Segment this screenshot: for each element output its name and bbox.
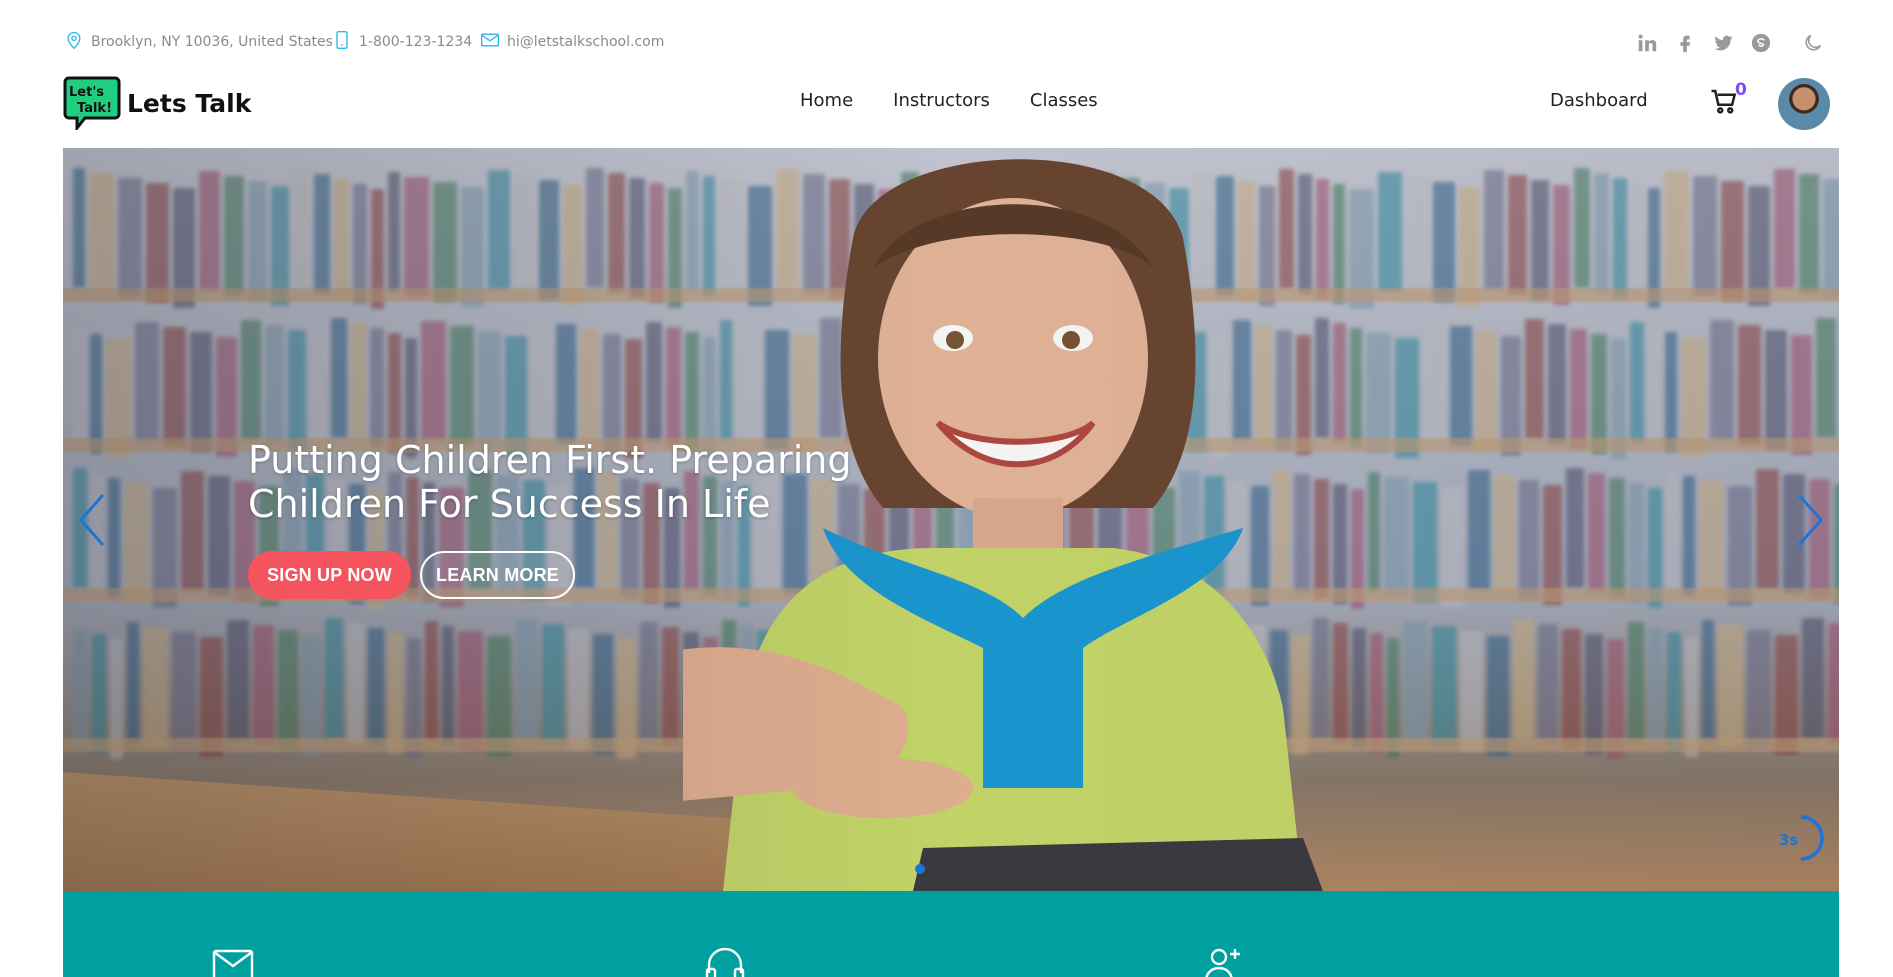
envelope-icon	[480, 30, 500, 54]
cart-icon	[1709, 89, 1739, 120]
phone-text[interactable]: 1-800-123-1234	[359, 34, 472, 50]
nav-instructors[interactable]: Instructors	[893, 90, 990, 111]
address-text: Brooklyn, NY 10036, United States	[91, 34, 333, 50]
dashboard-link[interactable]: Dashboard	[1550, 90, 1648, 111]
chevron-left-icon	[79, 494, 105, 546]
main-nav: Home Instructors Classes	[800, 90, 1098, 111]
email-item[interactable]: hi@letstalkschool.com	[480, 30, 664, 54]
logo-speech-bubble-icon: Let's Talk!	[63, 76, 121, 133]
features-strip	[63, 891, 1839, 977]
slider-next-button[interactable]	[1789, 490, 1829, 550]
phone-icon	[332, 30, 352, 54]
skype-icon[interactable]	[1748, 30, 1774, 56]
user-avatar[interactable]	[1778, 78, 1830, 130]
hero-slider: Putting Children First. Preparing Childr…	[63, 148, 1839, 891]
slider-pagination-dot[interactable]	[915, 864, 925, 874]
learn-more-button[interactable]: LEARN MORE	[420, 551, 575, 599]
linkedin-icon[interactable]	[1634, 30, 1660, 56]
logo-text: Lets Talk	[127, 88, 252, 118]
hero-title: Putting Children First. Preparing Childr…	[248, 438, 852, 526]
email-text[interactable]: hi@letstalkschool.com	[507, 34, 664, 50]
slider-prev-button[interactable]	[73, 490, 113, 550]
facebook-icon[interactable]	[1672, 30, 1698, 56]
social-links	[1634, 30, 1826, 56]
svg-text:Let's: Let's	[69, 85, 104, 100]
autoplay-timer-label: 3s	[1779, 831, 1799, 849]
mail-icon	[211, 943, 255, 977]
headphones-icon	[703, 943, 747, 977]
sign-up-button[interactable]: SIGN UP NOW	[248, 551, 411, 599]
cart-count-badge: 0	[1735, 80, 1747, 100]
svg-text:Talk!: Talk!	[77, 101, 112, 116]
twitter-icon[interactable]	[1710, 30, 1736, 56]
address-item: Brooklyn, NY 10036, United States	[64, 30, 333, 54]
phone-item[interactable]: 1-800-123-1234	[332, 30, 472, 54]
chevron-right-icon	[1797, 494, 1823, 546]
nav-home[interactable]: Home	[800, 90, 853, 111]
user-add-icon	[1201, 943, 1245, 977]
moon-icon[interactable]	[1800, 30, 1826, 56]
site-logo[interactable]: Let's Talk! Lets Talk	[63, 76, 252, 133]
location-pin-icon	[64, 30, 84, 54]
top-info-bar: Brooklyn, NY 10036, United States 1-800-…	[0, 0, 1893, 86]
nav-classes[interactable]: Classes	[1030, 90, 1098, 111]
cart-button[interactable]: 0	[1709, 80, 1747, 120]
